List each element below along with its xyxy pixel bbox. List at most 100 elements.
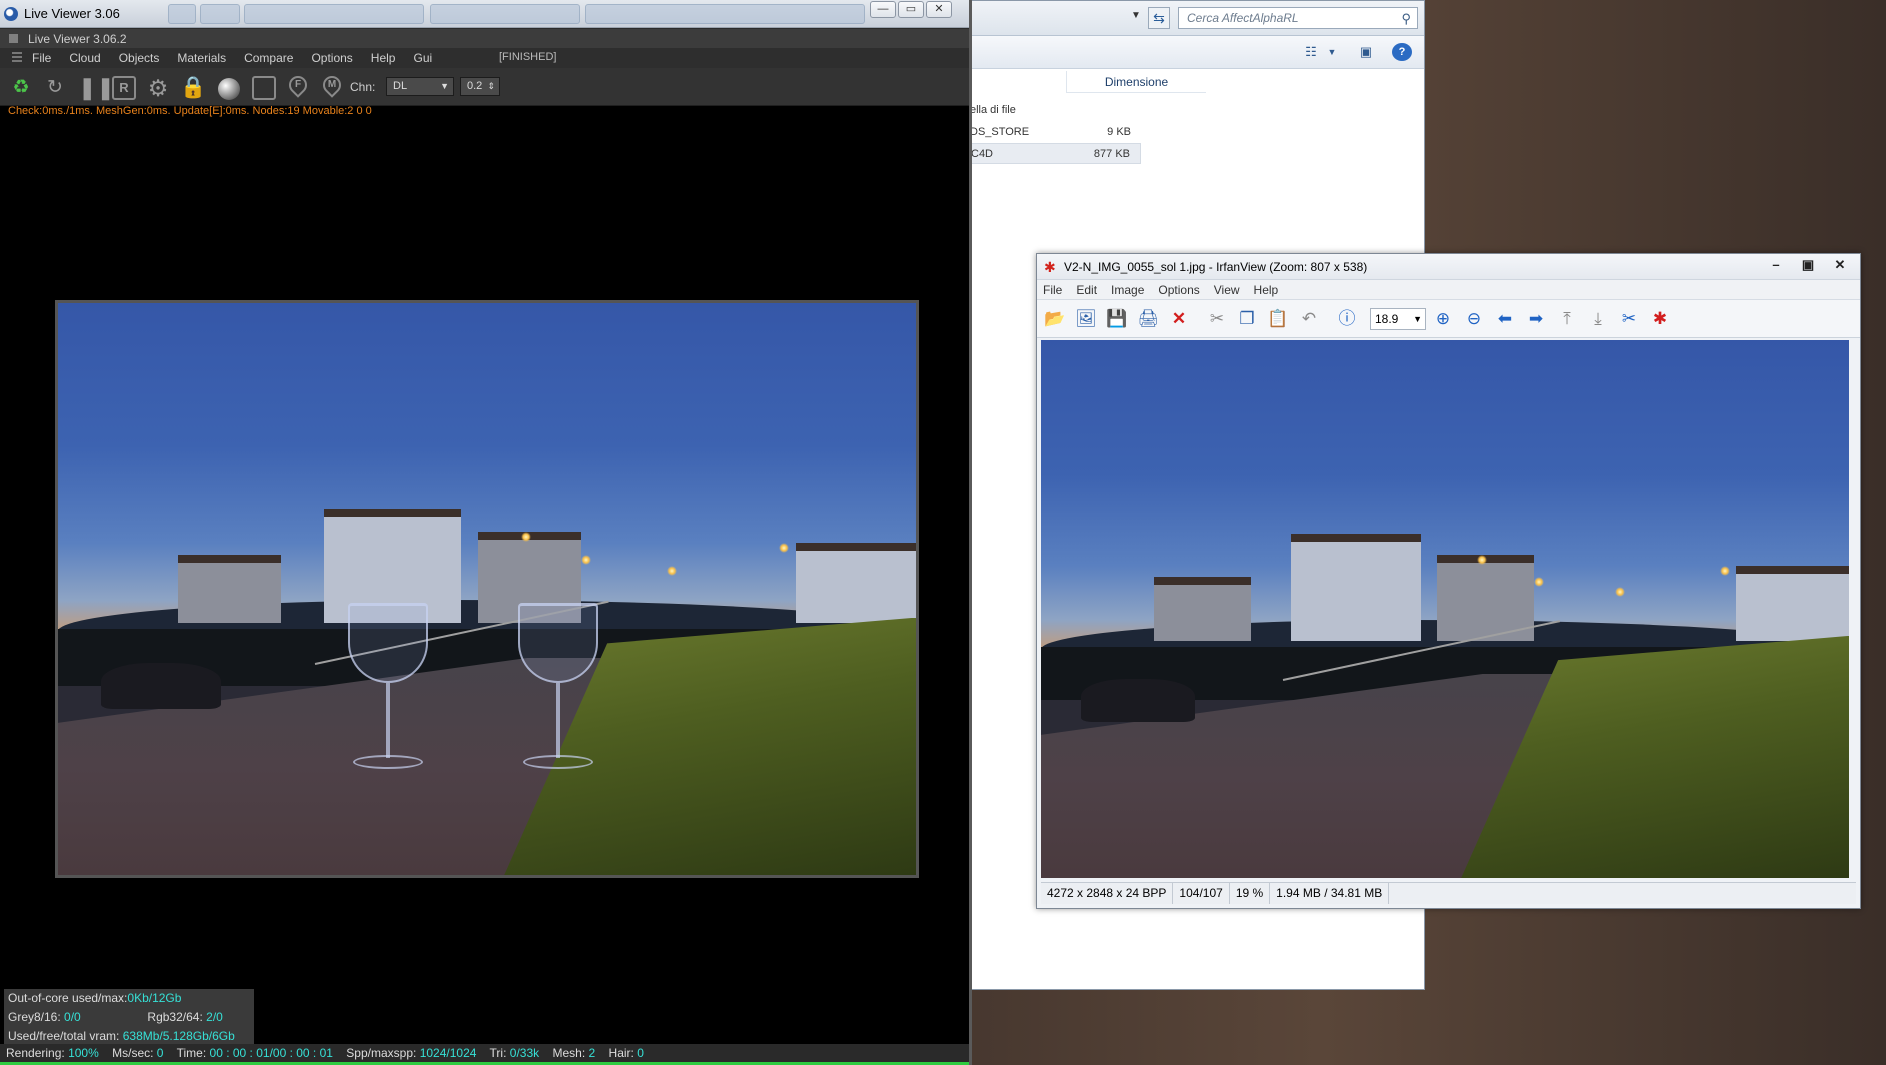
pause-icon[interactable]: ❚❚ (78, 76, 115, 100)
preview-pane-icon[interactable]: ▣ (1356, 43, 1376, 61)
stat-value: 638Mb/5.128Gb/6Gb (122, 1029, 235, 1043)
irfanview-statusbar: 4272 x 2848 x 24 BPP 104/107 19 % 1.94 M… (1041, 882, 1856, 904)
grip-icon[interactable] (12, 52, 22, 64)
render-status-line: Check:0ms./1ms. MeshGen:0ms. Update[E]:0… (8, 105, 372, 117)
copy-icon[interactable]: ❐ (1235, 308, 1259, 330)
menu-help[interactable]: Help (371, 51, 396, 65)
close-button[interactable]: ✕ (1826, 256, 1854, 274)
render-viewport[interactable] (55, 300, 919, 878)
ghost-tab (168, 4, 196, 24)
recycle-icon[interactable]: ♻ (9, 76, 33, 100)
rendered-photo (58, 303, 916, 875)
material-sphere-icon[interactable] (218, 78, 240, 100)
undo-icon[interactable]: ↶ (1297, 308, 1321, 330)
slideshow-icon[interactable]: 🖼 (1074, 308, 1098, 330)
wine-glass-right (518, 603, 598, 773)
focus-pin-icon[interactable]: F (285, 72, 311, 102)
maximize-button[interactable]: ▣ (1794, 256, 1822, 274)
file-name: DS_STORE (970, 126, 1030, 138)
irfanview-logo-icon: ✱ (1044, 259, 1056, 275)
stat-label: Out-of-core used/max: (8, 991, 128, 1005)
cut-icon[interactable]: ✂ (1205, 308, 1229, 330)
lock-icon[interactable]: 🔒 (180, 76, 206, 100)
column-header-size[interactable]: Dimensione (1066, 71, 1206, 93)
menu-objects[interactable]: Objects (119, 51, 160, 65)
mesh-count: 2 (588, 1046, 596, 1060)
view-dropdown-icon[interactable]: ▼ (1322, 43, 1342, 61)
close-button[interactable]: ✕ (926, 1, 952, 18)
spp-value: 1024/1024 (419, 1046, 477, 1060)
zoom-select[interactable]: 18.9 ▼ (1370, 308, 1426, 330)
menu-options[interactable]: Options (311, 51, 352, 65)
save-icon[interactable]: 💾 (1105, 308, 1129, 330)
region-render-icon[interactable]: R (112, 76, 136, 100)
param-spinner[interactable]: 0.2 ⇕ (460, 77, 500, 96)
stat-label: Time: (176, 1046, 207, 1060)
render-state-label: [FINISHED] (499, 51, 557, 63)
menu-edit[interactable]: Edit (1076, 283, 1097, 297)
zoom-out-icon[interactable]: ⊖ (1462, 308, 1486, 330)
properties-icon[interactable]: ✂ (1617, 308, 1641, 330)
last-image-icon[interactable]: ⤓ (1586, 308, 1610, 330)
refresh-icon[interactable]: ⇆ (1148, 7, 1170, 29)
menu-options[interactable]: Options (1158, 283, 1199, 297)
memory-size: 1.94 MB / 34.81 MB (1270, 883, 1390, 904)
material-pin-icon[interactable]: M (319, 72, 345, 102)
stat-out-of-core: Out-of-core used/max:0Kb/12Gb (4, 989, 254, 1008)
menu-help[interactable]: Help (1254, 283, 1279, 297)
stat-label: Grey8/16: (8, 1010, 61, 1024)
menu-gui[interactable]: Gui (413, 51, 432, 65)
exit-icon[interactable]: ✱ (1648, 308, 1672, 330)
irfanview-titlebar: ✱ V2-N_IMG_0055_sol 1.jpg - IrfanView (Z… (1037, 254, 1860, 280)
file-row[interactable]: DS_STORE 9 KB (966, 122, 1141, 143)
print-icon[interactable]: 🖨 (1136, 308, 1160, 330)
stat-value: 0/0 (64, 1010, 81, 1024)
irfanview-menubar: File Edit Image Options View Help (1037, 280, 1860, 300)
panel-menu-icon[interactable] (9, 34, 18, 43)
settings-gear-icon[interactable]: ⚙ (146, 76, 170, 100)
irfanview-window: ✱ V2-N_IMG_0055_sol 1.jpg - IrfanView (Z… (1036, 253, 1861, 909)
first-image-icon[interactable]: ⤒ (1555, 308, 1579, 330)
search-icon[interactable]: ⚲ (1401, 9, 1411, 29)
image-index: 104/107 (1173, 883, 1230, 904)
image-canvas[interactable] (1041, 340, 1849, 878)
list-item: ella di file (966, 100, 1141, 121)
chevron-down-icon: ▼ (1413, 314, 1422, 324)
previous-image-icon[interactable]: ⬅ (1493, 308, 1517, 330)
ms-per-sec: 0 (156, 1046, 164, 1060)
crop-icon[interactable] (252, 76, 276, 100)
refresh-icon[interactable]: ↻ (43, 76, 67, 100)
menu-materials[interactable]: Materials (177, 51, 226, 65)
stat-label: Tri: (489, 1046, 507, 1060)
minimize-button[interactable]: — (870, 1, 896, 18)
live-viewer-window: Live Viewer 3.06 — ▭ ✕ Live Viewer 3.06.… (0, 0, 972, 1065)
hair-count: 0 (637, 1046, 644, 1060)
live-viewer-titlebar: Live Viewer 3.06 — ▭ ✕ (0, 0, 969, 28)
help-icon[interactable]: ? (1392, 43, 1412, 61)
open-folder-icon[interactable]: 📂 (1043, 308, 1067, 330)
explorer-search-input[interactable]: Cerca AffectAlphaRL ⚲ (1178, 7, 1418, 29)
address-dropdown-arrow-icon[interactable]: ▼ (1131, 10, 1141, 21)
channel-value: DL (393, 80, 408, 92)
minimize-button[interactable]: – (1762, 256, 1790, 274)
view-options-icon[interactable]: ☷ (1301, 43, 1321, 61)
delete-icon[interactable]: ✕ (1167, 308, 1191, 330)
render-progress-bar: Rendering: 100% Ms/sec: 0 Time: 00 : 00 … (0, 1044, 969, 1065)
zoom-in-icon[interactable]: ⊕ (1431, 308, 1455, 330)
maximize-button[interactable]: ▭ (898, 1, 924, 18)
window-controls: – ▣ ✕ (1762, 256, 1854, 274)
channel-label: Chn: (350, 80, 376, 94)
menu-file[interactable]: File (1043, 283, 1062, 297)
menu-image[interactable]: Image (1111, 283, 1144, 297)
ghost-tab (585, 4, 865, 24)
menu-compare[interactable]: Compare (244, 51, 293, 65)
next-image-icon[interactable]: ➡ (1524, 308, 1548, 330)
file-row-selected[interactable]: C4D 877 KB (966, 143, 1141, 164)
paste-icon[interactable]: 📋 (1266, 308, 1290, 330)
channel-select[interactable]: DL ▼ (386, 77, 454, 96)
menu-view[interactable]: View (1214, 283, 1240, 297)
menu-cloud[interactable]: Cloud (69, 51, 100, 65)
stat-label: Ms/sec: (112, 1046, 154, 1060)
menu-file[interactable]: File (32, 51, 51, 65)
info-icon[interactable]: ⓘ (1335, 308, 1359, 330)
